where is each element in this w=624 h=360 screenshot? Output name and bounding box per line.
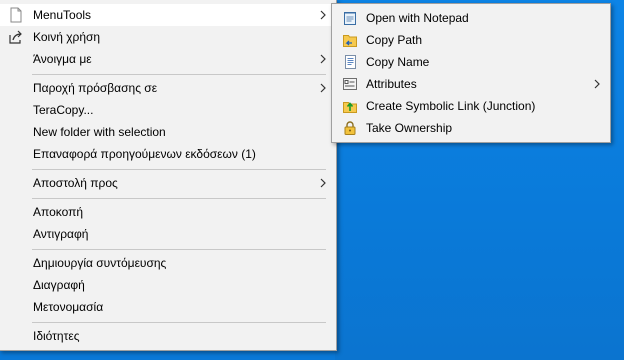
context-menu: MenuTools Κοινή χρήση Άνοιγμα με Παροχή … (0, 0, 337, 351)
submenu-item-label: Create Symbolic Link (Junction) (366, 99, 536, 113)
file-icon (10, 7, 22, 23)
menu-item-teracopy[interactable]: TeraCopy... (0, 99, 336, 121)
copy-name-icon (345, 55, 356, 69)
submenu-item-label: Attributes (366, 77, 417, 91)
menu-item-give-access[interactable]: Παροχή πρόσβασης σε (0, 77, 336, 99)
chevron-right-icon (320, 178, 326, 188)
menu-item-send-to[interactable]: Αποστολή προς (0, 172, 336, 194)
submenu-item-create-symbolic-link[interactable]: Create Symbolic Link (Junction) (332, 95, 610, 117)
menu-item-label: TeraCopy... (33, 103, 94, 117)
menu-separator (32, 322, 326, 323)
menu-item-label: Ιδιότητες (33, 329, 80, 343)
menu-item-label: Αποκοπή (33, 205, 84, 219)
menu-item-label: Μετονομασία (33, 300, 104, 314)
menu-item-label: Άνοιγμα με (33, 52, 92, 66)
submenu-item-label: Take Ownership (366, 121, 453, 135)
menu-item-rename[interactable]: Μετονομασία (0, 296, 336, 318)
notepad-icon (344, 12, 356, 25)
menu-item-label: MenuTools (33, 8, 92, 22)
copy-path-icon (343, 35, 357, 47)
menu-item-restore-previous-versions[interactable]: Επαναφορά προηγούμενων εκδόσεων (1) (0, 143, 336, 165)
menu-item-new-folder-with-selection[interactable]: New folder with selection (0, 121, 336, 143)
submenu-item-label: Copy Path (366, 33, 423, 47)
lock-icon (344, 121, 356, 135)
menu-separator (32, 249, 326, 250)
submenu-item-open-with-notepad[interactable]: Open with Notepad (332, 7, 610, 29)
symlink-icon (343, 102, 357, 113)
menu-item-label: Επαναφορά προηγούμενων εκδόσεων (1) (33, 147, 256, 161)
menu-item-label: Αντιγραφή (33, 227, 89, 241)
submenu-item-copy-name[interactable]: Copy Name (332, 51, 610, 73)
menu-item-open-with[interactable]: Άνοιγμα με (0, 48, 336, 70)
menu-item-label: Κοινή χρήση (33, 30, 101, 44)
share-icon (9, 30, 22, 44)
menu-item-create-shortcut[interactable]: Δημιουργία συντόμευσης (0, 252, 336, 274)
submenu-item-attributes[interactable]: Attributes (332, 73, 610, 95)
menu-item-cut[interactable]: Αποκοπή (0, 201, 336, 223)
submenu-item-copy-path[interactable]: Copy Path (332, 29, 610, 51)
submenu-item-label: Copy Name (366, 55, 430, 69)
menu-item-share[interactable]: Κοινή χρήση (0, 26, 336, 48)
menu-item-label: Παροχή πρόσβασης σε (33, 81, 158, 95)
menu-separator (32, 198, 326, 199)
submenu-item-label: Open with Notepad (366, 11, 469, 25)
chevron-right-icon (320, 54, 326, 64)
menu-separator (32, 169, 326, 170)
menu-item-menutools[interactable]: MenuTools (0, 4, 336, 26)
attributes-icon (343, 78, 357, 90)
menu-item-label: New folder with selection (33, 125, 166, 139)
menutools-submenu: Open with Notepad Copy Path Copy Name At… (331, 3, 611, 143)
menu-separator (32, 74, 326, 75)
menu-item-label: Διαγραφή (33, 278, 85, 292)
chevron-right-icon (320, 83, 326, 93)
menu-item-label: Αποστολή προς (33, 176, 118, 190)
submenu-item-take-ownership[interactable]: Take Ownership (332, 117, 610, 139)
menu-item-copy[interactable]: Αντιγραφή (0, 223, 336, 245)
chevron-right-icon (320, 10, 326, 20)
menu-item-properties[interactable]: Ιδιότητες (0, 325, 336, 347)
chevron-right-icon (594, 79, 600, 89)
menu-item-label: Δημιουργία συντόμευσης (33, 256, 167, 270)
menu-item-delete[interactable]: Διαγραφή (0, 274, 336, 296)
